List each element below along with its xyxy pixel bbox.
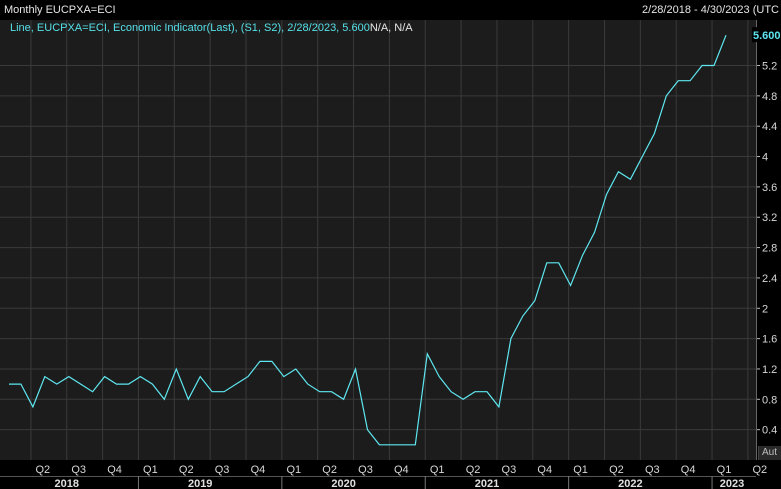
y-tick-label: 4.4 xyxy=(762,121,777,133)
x-year-label: 2020 xyxy=(331,478,355,489)
y-tick-label: 1.6 xyxy=(762,334,777,346)
x-quarter-label: Q1 xyxy=(573,464,588,476)
y-tick-label: 5.2 xyxy=(762,61,777,73)
y-tick-label: 0.8 xyxy=(762,394,777,406)
y-tick-label: 4.8 xyxy=(762,91,777,103)
y-tick-label: 0.4 xyxy=(762,425,777,437)
x-year-label: 2018 xyxy=(55,478,79,489)
auto-scale-button[interactable]: Aut xyxy=(758,446,781,460)
x-quarter-label: Q1 xyxy=(286,464,301,476)
legend-series-text: Line, EUCPXA=ECI, Economic Indicator(Las… xyxy=(10,22,370,34)
x-quarter-label: Q4 xyxy=(681,464,696,476)
x-quarter-label: Q1 xyxy=(717,464,732,476)
x-year-label: 2023 xyxy=(720,478,744,489)
y-tick-label: 1.2 xyxy=(762,364,777,376)
x-quarter-label: Q4 xyxy=(251,464,266,476)
x-year-label: 2019 xyxy=(188,478,212,489)
y-tick-label: 3.6 xyxy=(762,182,777,194)
x-quarter-label: Q4 xyxy=(394,464,409,476)
x-year-label: 2021 xyxy=(475,478,499,489)
x-quarter-label: Q1 xyxy=(143,464,158,476)
x-year-label: 2022 xyxy=(618,478,642,489)
x-quarter-label: Q4 xyxy=(107,464,122,476)
x-quarter-label: Q3 xyxy=(502,464,517,476)
x-quarter-label: Q2 xyxy=(179,464,194,476)
legend: Line, EUCPXA=ECI, Economic Indicator(Las… xyxy=(10,22,413,34)
last-value-label: 5.600 xyxy=(753,30,781,42)
x-quarter-label: Q2 xyxy=(753,464,768,476)
series-line xyxy=(9,34,727,446)
x-quarter-label: Q2 xyxy=(609,464,624,476)
y-tick-label: 2.8 xyxy=(762,243,777,255)
x-quarter-label: Q2 xyxy=(36,464,51,476)
legend-suffix-text: N/A, N/A xyxy=(369,22,413,34)
x-quarter-label: Q4 xyxy=(537,464,552,476)
y-tick-label: 2 xyxy=(762,303,768,315)
y-tick-label: 3.2 xyxy=(762,212,777,224)
x-quarter-label: Q2 xyxy=(322,464,337,476)
x-quarter-label: Q3 xyxy=(645,464,660,476)
x-quarter-label: Q3 xyxy=(358,464,373,476)
y-tick-label: 4 xyxy=(762,152,768,164)
line-chart[interactable]: 0.4 0.8 1.2 1.6 2 2.4 2.8 3.2 3.6 4 4.4 4.8 5.2 Q2 Q3 Q… xyxy=(0,0,781,489)
x-quarter-label: Q3 xyxy=(215,464,230,476)
x-quarter-label: Q3 xyxy=(71,464,86,476)
y-tick-label: 2.4 xyxy=(762,273,777,285)
x-quarter-label: Q1 xyxy=(430,464,445,476)
x-quarter-label: Q2 xyxy=(466,464,481,476)
